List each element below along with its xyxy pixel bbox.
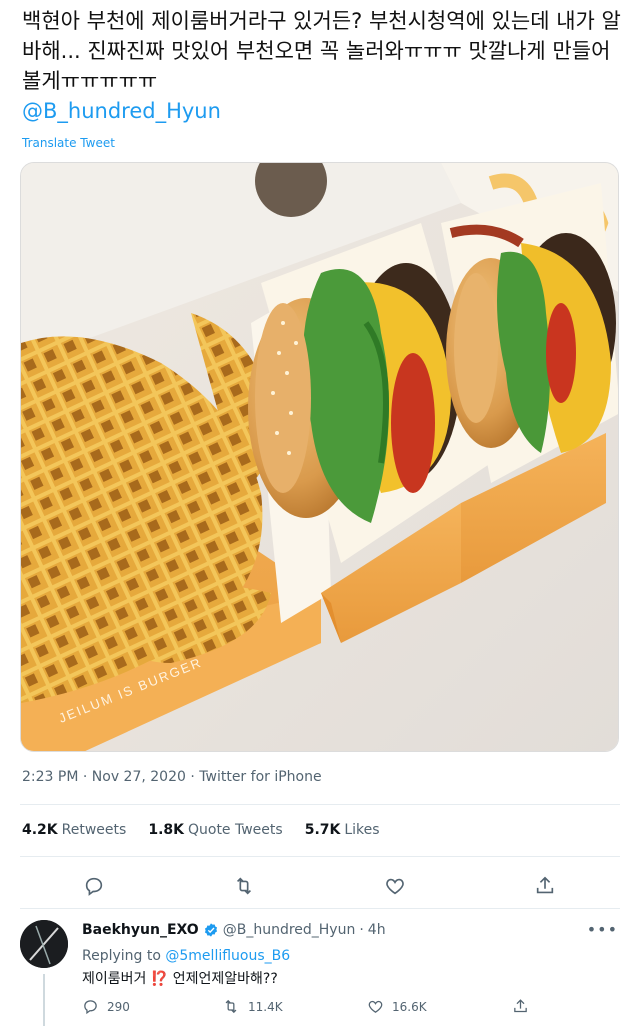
replying-to-handle[interactable]: @5mellifluous_B6 <box>165 948 290 964</box>
divider <box>20 908 620 909</box>
tweet-stats: 4.2K Retweets 1.8K Quote Tweets 5.7K Likes <box>22 822 380 838</box>
like-button[interactable] <box>381 872 409 900</box>
likes-stat[interactable]: 5.7K Likes <box>305 822 380 838</box>
reply-like-button[interactable]: 16.6K <box>367 998 427 1015</box>
reply-count: 290 <box>107 999 130 1014</box>
reply-text: 제이룸버거 ⁉️ 언제언제알바해?? <box>82 971 278 987</box>
reply-author-name[interactable]: Baekhyun_EXO <box>82 922 199 938</box>
quote-tweets-stat[interactable]: 1.8K Quote Tweets <box>148 822 282 838</box>
avatar-image <box>20 920 68 968</box>
like-count: 16.6K <box>392 999 427 1014</box>
tweet-text: 백현아 부천에 제이룸버거라구 있거든? 부천시청역에 있는데 내가 알바해..… <box>22 9 621 93</box>
divider <box>20 804 620 805</box>
retweet-button[interactable] <box>230 872 258 900</box>
reply-retweet-button[interactable]: 11.4K <box>222 998 283 1015</box>
reply-share-button[interactable] <box>512 998 529 1015</box>
retweets-stat[interactable]: 4.2K Retweets <box>22 822 126 838</box>
reply-age[interactable]: 4h <box>368 922 386 938</box>
heart-icon <box>386 878 404 895</box>
tweet-source[interactable]: Twitter for iPhone <box>199 769 321 785</box>
retweet-icon <box>225 999 237 1014</box>
tweet-time[interactable]: 2:23 PM <box>22 769 78 785</box>
share-icon <box>514 999 527 1013</box>
tweet-date[interactable]: Nov 27, 2020 <box>92 769 186 785</box>
tweet-actions <box>0 872 640 900</box>
reply-button[interactable] <box>80 872 108 900</box>
tweet-photo[interactable]: JEILUM IS BURGER <box>20 162 619 752</box>
reply-icon <box>84 1000 97 1015</box>
retweet-icon <box>236 877 252 895</box>
more-options-icon[interactable]: ••• <box>587 920 618 939</box>
reply-header: Baekhyun_EXO @B_hundred_Hyun · 4h <box>82 922 386 938</box>
avatar[interactable] <box>20 920 68 968</box>
reply-tweet[interactable]: Baekhyun_EXO @B_hundred_Hyun · 4h ••• Re… <box>0 910 640 1026</box>
reply-actions: 290 11.4K 16.6K <box>82 998 622 1018</box>
tweet-meta: 2:23 PM · Nov 27, 2020 · Twitter for iPh… <box>22 769 322 785</box>
meta-separator: · <box>82 769 88 785</box>
reply-reply-button[interactable]: 290 <box>82 998 130 1015</box>
meta-separator: · <box>359 922 364 938</box>
reply-icon <box>85 877 103 896</box>
mention-link[interactable]: @B_hundred_Hyun <box>22 99 221 123</box>
reply-author-handle[interactable]: @B_hundred_Hyun <box>223 922 356 938</box>
meta-separator: · <box>190 769 195 785</box>
replying-to-prefix: Replying to <box>82 948 161 964</box>
translate-tweet-link[interactable]: Translate Tweet <box>22 136 115 150</box>
divider <box>20 856 620 857</box>
replying-to: Replying to @5mellifluous_B6 <box>82 948 290 964</box>
retweet-count: 11.4K <box>248 999 283 1014</box>
burger-fries-photo: JEILUM IS BURGER <box>21 163 618 751</box>
share-icon <box>536 876 554 894</box>
verified-badge-icon <box>204 923 217 937</box>
heart-icon <box>368 1000 383 1013</box>
thread-line <box>43 974 45 1026</box>
share-button[interactable] <box>531 872 559 900</box>
